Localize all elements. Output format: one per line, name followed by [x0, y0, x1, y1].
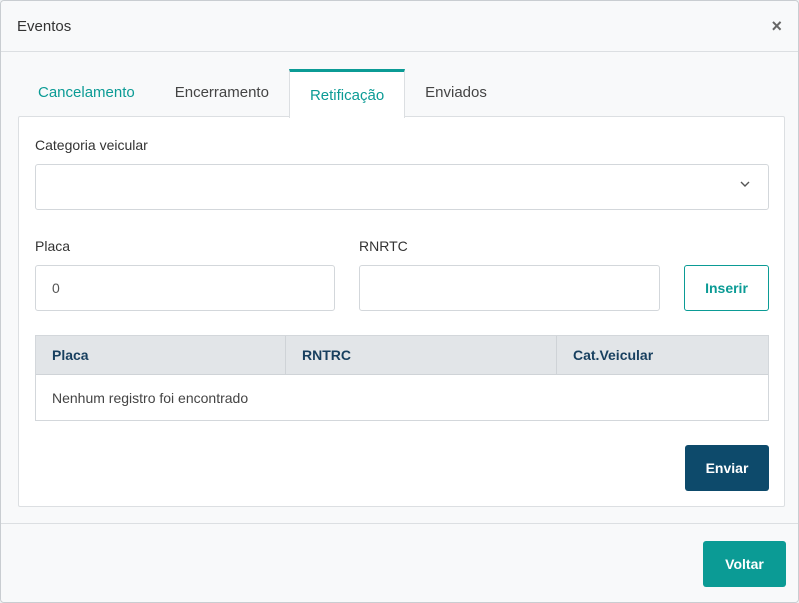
- tab-bar: Cancelamento Encerramento Retificação En…: [18, 68, 507, 118]
- categoria-select[interactable]: [35, 164, 769, 210]
- rnrtc-label: RNRTC: [359, 238, 408, 254]
- placa-label: Placa: [35, 238, 71, 254]
- tab-encerramento[interactable]: Encerramento: [155, 68, 289, 117]
- retificacao-panel: Categoria veicular Placa 0 RNRTC Inserir…: [18, 116, 785, 507]
- empty-message: Nenhum registro foi encontrado: [52, 390, 249, 406]
- modal-title: Eventos: [17, 17, 72, 35]
- eventos-modal: Eventos × Cancelamento Encerramento Reti…: [0, 0, 799, 603]
- tab-enviados[interactable]: Enviados: [405, 68, 507, 117]
- chevron-down-icon: [740, 181, 750, 187]
- placa-value: 0: [52, 280, 60, 296]
- veiculos-table: Placa RNTRC Cat.Veicular Nenhum registro…: [35, 335, 769, 421]
- column-header-placa[interactable]: Placa: [36, 336, 286, 374]
- column-header-cat-veicular[interactable]: Cat.Veicular: [557, 336, 768, 374]
- close-icon[interactable]: ×: [771, 16, 782, 37]
- table-header: Placa RNTRC Cat.Veicular: [36, 336, 768, 375]
- modal-footer: Voltar: [1, 523, 798, 602]
- categoria-label: Categoria veicular: [35, 137, 148, 153]
- voltar-button[interactable]: Voltar: [703, 541, 786, 587]
- empty-row: Nenhum registro foi encontrado: [36, 375, 768, 421]
- inserir-button[interactable]: Inserir: [684, 265, 769, 311]
- enviar-button[interactable]: Enviar: [685, 445, 769, 491]
- modal-header: Eventos ×: [1, 1, 798, 52]
- tab-retificacao[interactable]: Retificação: [288, 69, 406, 118]
- placa-input[interactable]: 0: [35, 265, 335, 311]
- rnrtc-input[interactable]: [359, 265, 660, 311]
- column-header-rntrc[interactable]: RNTRC: [286, 336, 557, 374]
- modal-body: Cancelamento Encerramento Retificação En…: [1, 53, 798, 523]
- tab-cancelamento[interactable]: Cancelamento: [18, 68, 155, 117]
